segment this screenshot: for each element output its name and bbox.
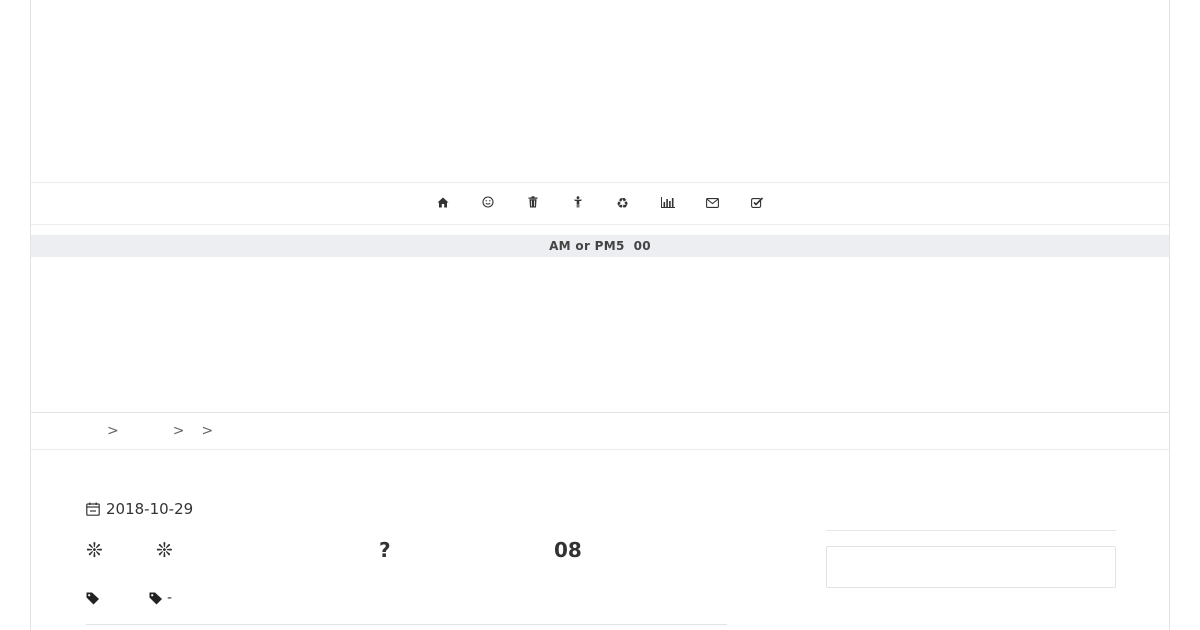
header-banner-area: [31, 0, 1169, 183]
person-icon: [573, 196, 583, 211]
top-nav: ♻: [31, 183, 1169, 225]
breadcrumb-link-category[interactable]: [127, 424, 161, 438]
bar-chart-icon: [660, 196, 675, 211]
post-tags: -: [86, 590, 172, 606]
page-frame: ♻ AM or PM5 00 > > > 2018-10-29 ❊ ❊ ? 08: [30, 0, 1170, 630]
breadcrumb-separator: >: [172, 423, 185, 439]
home-icon: [437, 197, 449, 211]
title-number: 08: [554, 538, 582, 562]
sidebar-box: [826, 546, 1116, 588]
title-question: ?: [379, 538, 391, 562]
notice-text: AM or PM5 00: [549, 239, 651, 253]
title-glyph-2: ❊: [156, 538, 173, 562]
nav-check[interactable]: [735, 183, 780, 224]
check-square-icon: [751, 196, 764, 211]
nav-recycle[interactable]: ♻: [600, 183, 645, 224]
breadcrumb-separator: >: [201, 423, 214, 439]
post-title: ❊ ❊ ? 08: [86, 538, 726, 568]
nav-home[interactable]: [420, 183, 465, 224]
nav-mail[interactable]: [690, 183, 735, 224]
post-date: 2018-10-29: [86, 500, 193, 518]
nav-person[interactable]: [555, 183, 600, 224]
breadcrumb: > > >: [31, 413, 1169, 450]
tag-item[interactable]: [86, 592, 149, 605]
smile-icon: [481, 196, 494, 211]
calendar-icon: [86, 502, 100, 516]
nav-chart[interactable]: [645, 183, 690, 224]
nav-smile[interactable]: [465, 183, 510, 224]
notice-bar: AM or PM5 00: [31, 235, 1169, 257]
tag-icon: [149, 592, 163, 605]
breadcrumb-separator: >: [107, 423, 119, 439]
trash-icon: [528, 196, 538, 211]
nav-trash[interactable]: [510, 183, 555, 224]
ad-area: [31, 258, 1169, 413]
post-date-value: 2018-10-29: [106, 500, 194, 518]
sidebar-divider: [826, 530, 1116, 531]
tag-item[interactable]: -: [149, 590, 172, 606]
content-divider: [86, 624, 727, 625]
tag-label: -: [167, 590, 173, 606]
breadcrumb-link-home[interactable]: [95, 424, 99, 438]
tag-icon: [86, 592, 100, 605]
breadcrumb-link-subcategory[interactable]: [190, 424, 193, 438]
recycle-icon: ♻: [616, 195, 629, 212]
envelope-icon: [706, 197, 719, 211]
title-glyph-1: ❊: [86, 538, 103, 562]
